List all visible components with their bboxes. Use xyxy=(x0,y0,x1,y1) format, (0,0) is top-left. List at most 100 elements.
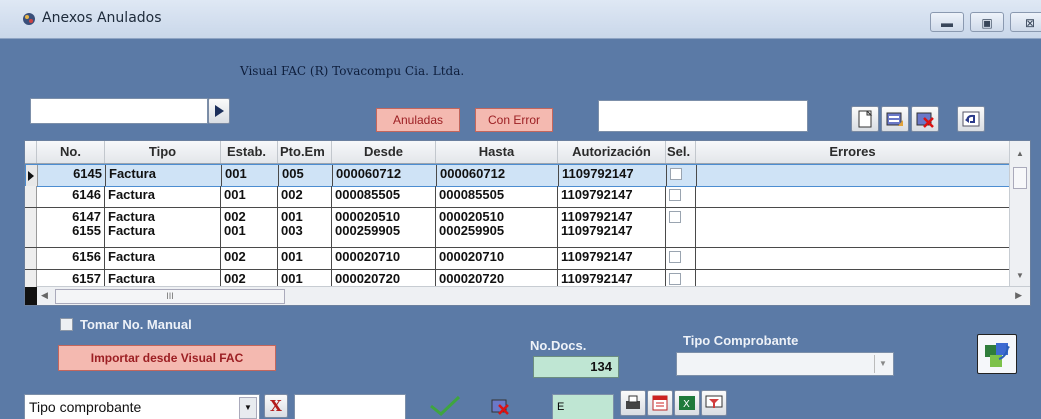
cell-desde: 000085505 xyxy=(332,186,436,207)
column-header-desde[interactable]: Desde xyxy=(332,141,436,163)
chevron-down-icon[interactable]: ▼ xyxy=(874,355,891,373)
undo-icon xyxy=(962,111,980,127)
row-selector[interactable] xyxy=(25,208,37,247)
cell-autorizacion: 1109792147 xyxy=(558,186,666,207)
cell-no: 6146 xyxy=(37,186,105,207)
table-row[interactable]: 6147 6155 Factura Factura 002 001 001 00… xyxy=(25,208,1010,248)
minimize-button[interactable]: ▬ xyxy=(930,12,964,32)
excel-icon: X xyxy=(679,396,695,410)
table-row[interactable]: 6146 Factura 001 002 000085505 000085505… xyxy=(25,186,1010,208)
printer-icon xyxy=(626,395,640,409)
scroll-right-icon[interactable]: ▶ xyxy=(1015,290,1022,301)
vertical-scroll-thumb[interactable] xyxy=(1013,167,1027,189)
svg-text:X: X xyxy=(683,399,690,410)
edit-icon xyxy=(886,112,903,126)
record-indicator xyxy=(25,287,37,305)
edit-button[interactable] xyxy=(881,106,909,132)
scroll-down-icon[interactable]: ▼ xyxy=(1016,271,1024,280)
table-row[interactable]: 6145 Factura 001 005 000060712 000060712… xyxy=(25,164,1012,187)
excel-button[interactable]: X xyxy=(674,390,700,416)
e-input[interactable]: E xyxy=(552,394,614,419)
cell-no: 6145 xyxy=(38,165,106,186)
cell-errores xyxy=(696,208,1010,247)
cell-desde: 000020510 000259905 xyxy=(332,208,436,247)
cell-estab: 002 001 xyxy=(221,208,278,247)
search-input[interactable] xyxy=(30,98,208,124)
filter-button[interactable] xyxy=(701,390,727,416)
tipo-filter-value: Tipo comprobante xyxy=(29,399,142,415)
cell-hasta: 000060712 xyxy=(437,165,559,186)
maximize-button[interactable]: ▣ xyxy=(970,12,1004,32)
column-header-hasta[interactable]: Hasta xyxy=(436,141,558,163)
minimize-icon: ▬ xyxy=(941,16,953,30)
column-header-pto-em[interactable]: Pto.Em xyxy=(278,141,332,163)
cell-tipo: Factura xyxy=(106,165,222,186)
anuladas-button[interactable]: Anuladas xyxy=(376,108,460,132)
text-input[interactable] xyxy=(598,100,808,132)
anexos-grid[interactable]: No. Tipo Estab. Pto.Em Desde Hasta Autor… xyxy=(24,140,1031,306)
chevron-down-icon[interactable]: ▼ xyxy=(239,397,257,419)
column-header-autorizacion[interactable]: Autorización xyxy=(558,141,666,163)
column-header-errores[interactable]: Errores xyxy=(696,141,1010,163)
close-button[interactable]: ⊠ xyxy=(1010,12,1041,32)
cell-errores xyxy=(696,186,1010,207)
print-button[interactable] xyxy=(620,390,646,416)
app-icon xyxy=(23,13,35,25)
row-selector[interactable] xyxy=(25,186,37,207)
column-header-no[interactable]: No. xyxy=(37,141,105,163)
delete-button[interactable] xyxy=(911,106,939,132)
close-icon: ⊠ xyxy=(1024,16,1036,30)
tipo-comprobante-filter[interactable]: Tipo comprobante ▼ xyxy=(24,394,260,419)
go-button[interactable] xyxy=(208,98,230,124)
grid-header: No. Tipo Estab. Pto.Em Desde Hasta Autor… xyxy=(25,141,1030,164)
anexos-anulados-window: Anexos Anulados ▬ ▣ ⊠ Visual FAC (R) Tov… xyxy=(0,0,1041,419)
column-header-estab[interactable]: Estab. xyxy=(221,141,278,163)
importar-button[interactable]: Importar desde Visual FAC xyxy=(58,345,276,371)
cell-autorizacion: 1109792147 xyxy=(558,248,666,269)
company-label: Visual FAC (R) Tovacompu Cia. Ltda. xyxy=(240,64,465,78)
sel-checkbox[interactable] xyxy=(669,211,681,223)
nodocs-value: 134 xyxy=(533,356,619,378)
pdf-button[interactable] xyxy=(647,390,673,416)
cell-pto: 005 xyxy=(279,165,333,186)
delete-filter-button[interactable] xyxy=(486,392,514,419)
cell-autorizacion: 1109792147 1109792147 xyxy=(558,208,666,247)
scroll-left-icon[interactable]: ◀ xyxy=(41,290,48,301)
process-button[interactable] xyxy=(977,334,1017,374)
new-document-button[interactable] xyxy=(851,106,879,132)
current-row-icon xyxy=(28,171,34,181)
cell-desde: 000060712 xyxy=(333,165,437,186)
cell-estab: 002 xyxy=(221,248,278,269)
horizontal-scroll-thumb[interactable]: III xyxy=(55,289,285,304)
maximize-icon: ▣ xyxy=(981,16,993,30)
column-header-tipo[interactable]: Tipo xyxy=(105,141,221,163)
cell-hasta: 000020710 xyxy=(436,248,558,269)
cell-errores xyxy=(696,248,1010,269)
cell-errores xyxy=(697,165,1011,186)
con-error-button[interactable]: Con Error xyxy=(475,108,553,132)
column-header-sel[interactable]: Sel. xyxy=(666,141,696,163)
vertical-scrollbar[interactable]: ▲ ▼ xyxy=(1009,141,1030,286)
scroll-up-icon[interactable]: ▲ xyxy=(1016,149,1024,158)
table-row[interactable]: 6156 Factura 002 001 000020710 000020710… xyxy=(25,248,1010,270)
sel-checkbox[interactable] xyxy=(670,168,682,180)
tomar-manual-checkbox[interactable] xyxy=(60,318,73,331)
sel-checkbox[interactable] xyxy=(669,251,681,263)
cell-sel xyxy=(666,248,696,269)
cell-estab: 001 xyxy=(222,165,279,186)
undo-button[interactable] xyxy=(957,106,985,132)
filter-icon xyxy=(705,395,723,408)
cell-no: 6147 6155 xyxy=(37,208,105,247)
confirm-button[interactable] xyxy=(418,390,472,419)
row-selector[interactable] xyxy=(25,248,37,269)
filter-text-input[interactable] xyxy=(294,394,406,419)
row-selector[interactable] xyxy=(26,165,38,186)
cell-pto: 001 003 xyxy=(278,208,332,247)
sel-checkbox[interactable] xyxy=(669,273,681,285)
horizontal-scrollbar[interactable]: ◀ III ▶ xyxy=(37,286,1030,305)
cell-tipo: Factura xyxy=(105,186,221,207)
sel-checkbox[interactable] xyxy=(669,189,681,201)
tipo-comprobante-select[interactable]: ▼ xyxy=(676,352,894,376)
clear-filter-button[interactable]: X xyxy=(264,394,288,418)
cell-pto: 002 xyxy=(278,186,332,207)
